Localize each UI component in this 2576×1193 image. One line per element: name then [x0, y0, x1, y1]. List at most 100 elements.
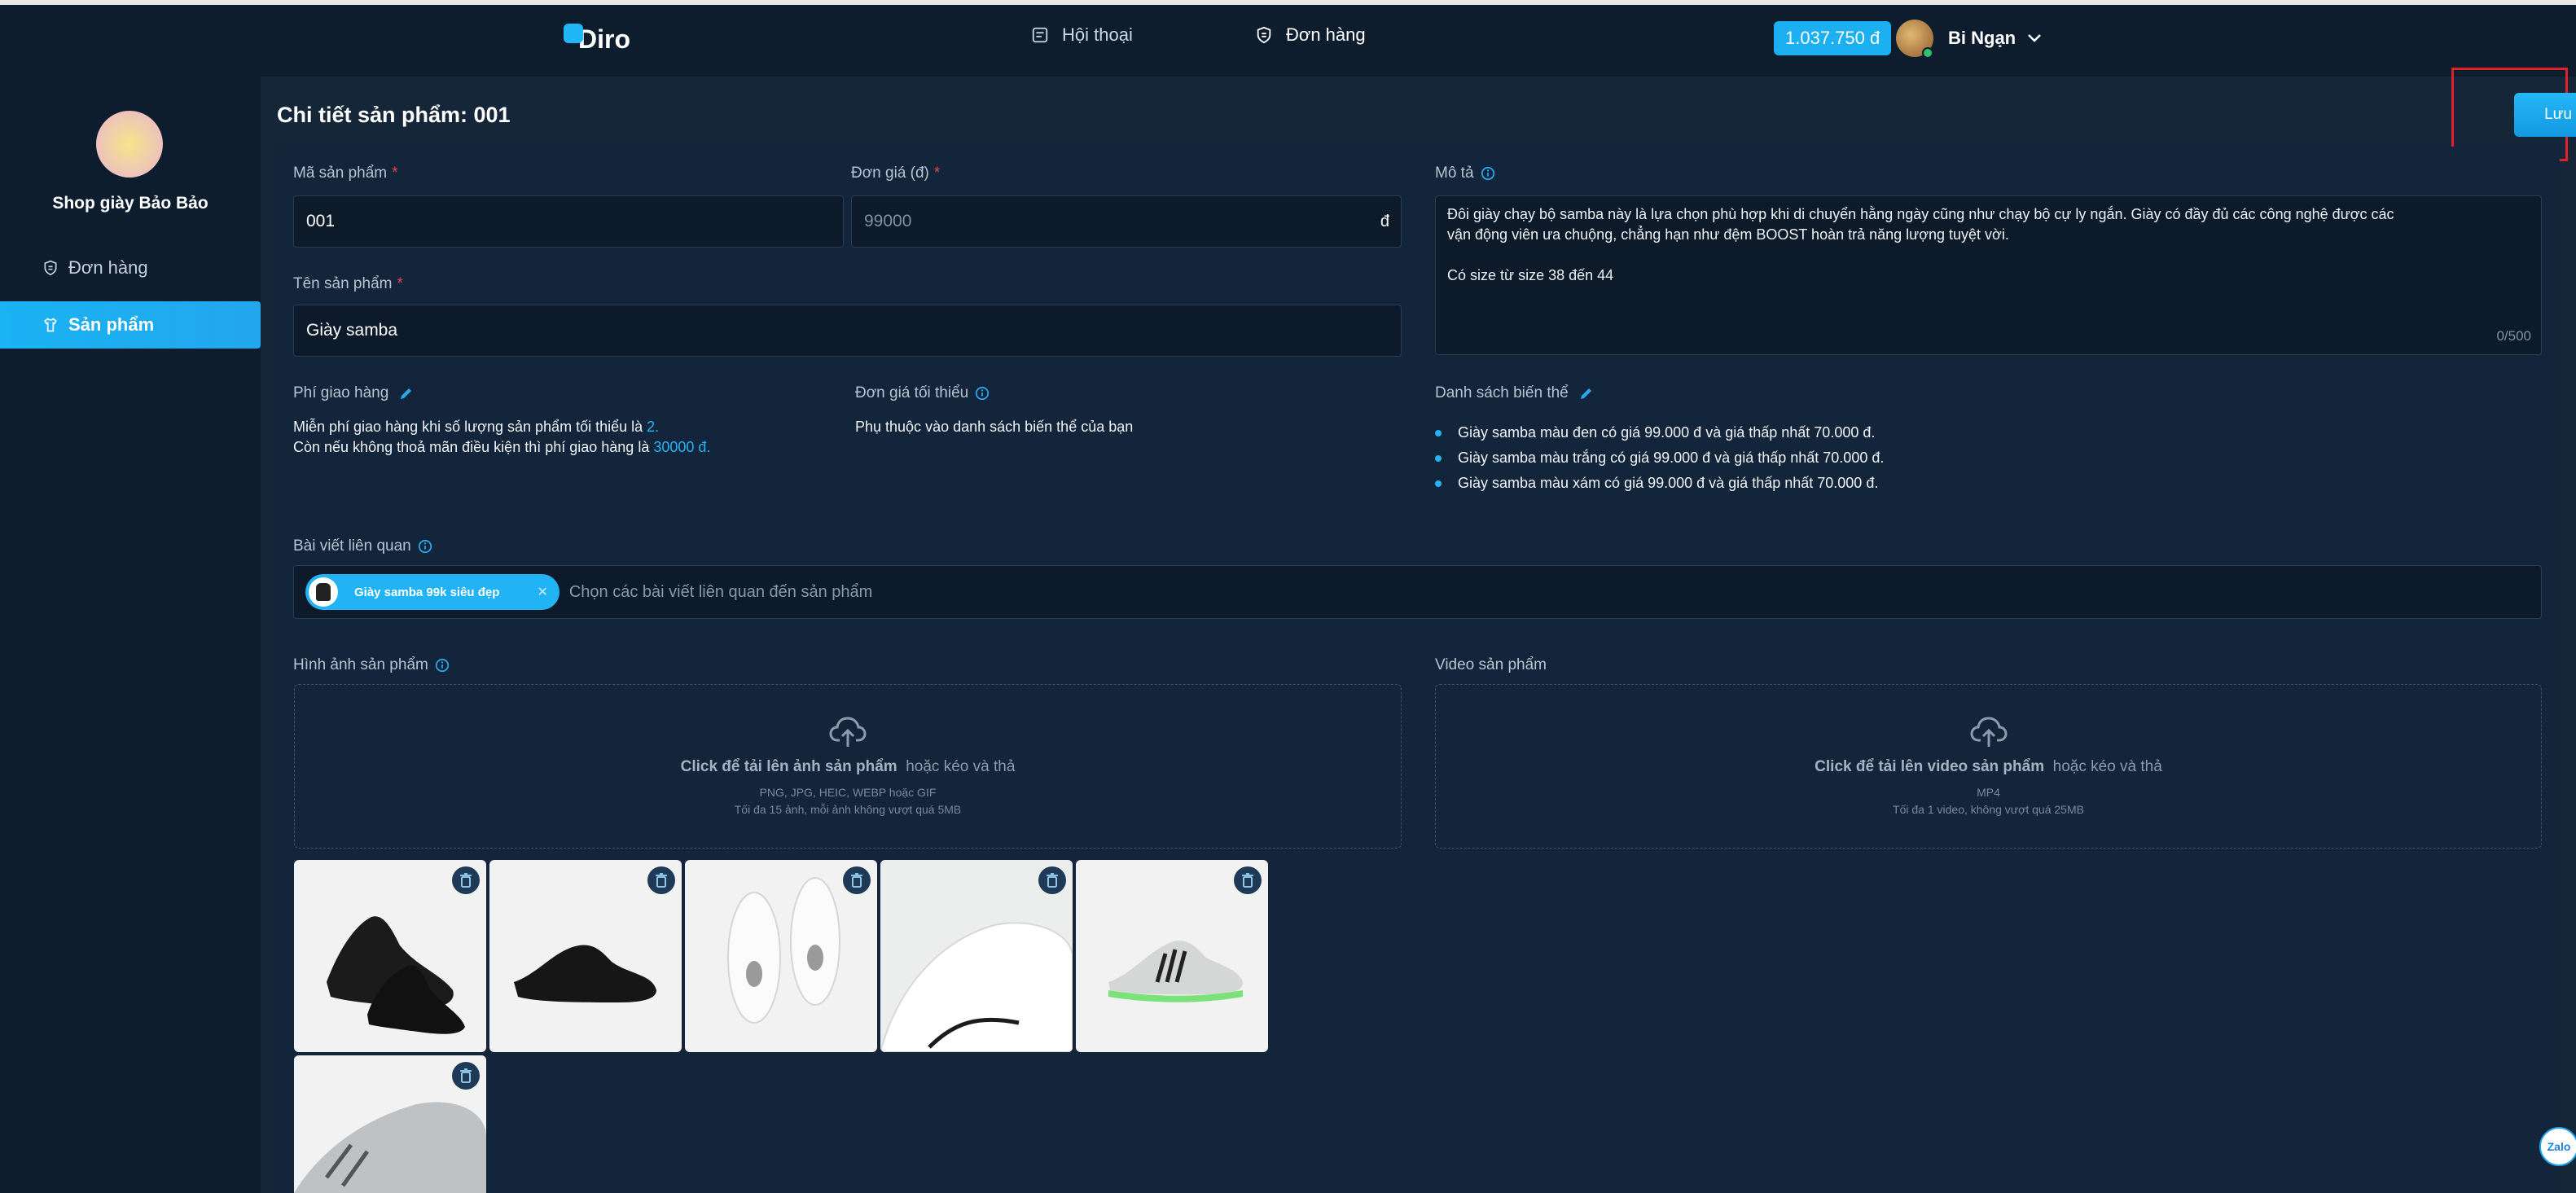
online-status-dot [1922, 47, 1933, 59]
trash-icon [1047, 873, 1058, 888]
variant-item: Giày samba màu xám có giá 99.000 đ và gi… [1435, 471, 1884, 496]
name-label-text: Tên sản phẩm [293, 275, 393, 292]
info-icon[interactable] [1481, 166, 1495, 181]
shipping-line-2: Còn nếu không thoả mãn điều kiện thì phí… [293, 439, 650, 455]
image-upload-text: Click để tải lên ảnh sản phẩm hoặc kéo v… [681, 758, 1016, 776]
related-post-tag[interactable]: Giày samba 99k siêu đẹp ✕ [305, 574, 560, 610]
trash-icon [656, 873, 667, 888]
remove-tag-icon[interactable]: ✕ [537, 584, 547, 600]
variant-item: Giày samba màu đen có giá 99.000 đ và gi… [1435, 420, 1884, 445]
related-post-tag-label: Giày samba 99k siêu đẹp [354, 585, 500, 599]
description-line-1: Đôi giày chạy bộ samba này là lựa chọn p… [1447, 206, 2394, 222]
sidebar-item-orders-label: Đơn hàng [68, 257, 148, 278]
user-menu[interactable]: Bi Ngạn [1948, 28, 2042, 49]
info-icon[interactable] [435, 658, 450, 673]
zalo-chat-widget[interactable]: Zalo [2539, 1127, 2576, 1166]
price-value: 99000 [864, 212, 912, 230]
description-line-3: Có size từ size 38 đến 44 [1447, 267, 1614, 283]
sku-input[interactable]: 001 [293, 195, 844, 248]
user-name: Bi Ngạn [1948, 28, 2016, 48]
image-upload-dropzone[interactable]: Click để tải lên ảnh sản phẩm hoặc kéo v… [294, 684, 1402, 849]
shipping-fee: 30000 đ. [653, 439, 711, 455]
product-name-input[interactable]: Giày samba [293, 305, 1402, 357]
price-label-text: Đơn giá (đ) [851, 164, 929, 182]
shipping-description: Miễn phí giao hàng khi số lượng sản phẩm… [293, 417, 710, 458]
sku-label-text: Mã sản phẩm [293, 164, 388, 182]
shop-name: Shop giày Bảo Bảo [52, 194, 208, 213]
product-image-tile[interactable] [685, 860, 877, 1052]
price-label: Đơn giá (đ) * [851, 164, 940, 182]
app-logo[interactable]: Diro [564, 23, 630, 55]
sidebar: Shop giày Bảo Bảo Đơn hàng Sản phẩm [0, 77, 261, 1193]
product-image-tile[interactable] [880, 860, 1073, 1052]
video-upload-hint: MP4 Tối đa 1 video, không vượt quá 25MB [1893, 784, 2084, 818]
delete-image-button[interactable] [1038, 866, 1066, 894]
page-title: Chi tiết sản phẩm: 001 [277, 103, 511, 127]
video-upload-text: Click để tải lên video sản phẩm hoặc kéo… [1815, 758, 2162, 776]
description-label-text: Mô tả [1435, 164, 1474, 182]
edit-pencil-icon[interactable] [1578, 385, 1595, 401]
trash-icon [1242, 873, 1253, 888]
min-price-label: Đơn giá tối thiểu [855, 384, 990, 402]
delete-image-button[interactable] [1234, 866, 1262, 894]
info-icon[interactable] [418, 539, 432, 554]
shipping-line-1: Miễn phí giao hàng khi số lượng sản phẩm… [293, 419, 643, 435]
sidebar-item-products-label: Sản phẩm [68, 314, 155, 335]
variants-label: Danh sách biến thể [1435, 384, 1595, 402]
required-mark: * [397, 275, 403, 292]
save-button[interactable]: Lưu [2514, 93, 2576, 137]
sku-label: Mã sản phẩm * [293, 164, 398, 182]
nav-conversations[interactable]: Hội thoại [1031, 24, 1133, 46]
variants-list: Giày samba màu đen có giá 99.000 đ và gi… [1435, 420, 1884, 496]
nav-orders[interactable]: Đơn hàng [1255, 24, 1366, 46]
variant-text: Giày samba màu trắng có giá 99.000 đ và … [1458, 450, 1885, 466]
product-image-tile[interactable] [489, 860, 682, 1052]
related-posts-select[interactable]: Giày samba 99k siêu đẹp ✕ Chọn các bài v… [293, 565, 2542, 619]
description-label: Mô tả [1435, 164, 1495, 182]
related-posts-placeholder: Chọn các bài viết liên quan đến sản phẩm [568, 582, 873, 601]
bullet-dot [1435, 454, 1442, 462]
variant-text: Giày samba màu đen có giá 99.000 đ và gi… [1458, 424, 1876, 441]
image-upload-formats: PNG, JPG, HEIC, WEBP hoặc GIF [759, 786, 937, 799]
post-thumbnail [309, 577, 338, 607]
price-input[interactable]: 99000 đ [851, 195, 1402, 248]
image-upload-alt: hoặc kéo và thả [906, 758, 1016, 775]
video-upload-dropzone[interactable]: Click để tải lên video sản phẩm hoặc kéo… [1435, 684, 2542, 849]
bullet-dot [1435, 480, 1442, 487]
shirt-icon [44, 318, 57, 332]
product-image-tile[interactable] [1076, 860, 1268, 1052]
video-upload-limits: Tối đa 1 video, không vượt quá 25MB [1893, 803, 2084, 816]
delete-image-button[interactable] [843, 866, 871, 894]
variant-item: Giày samba màu trắng có giá 99.000 đ và … [1435, 445, 1884, 471]
wallet-balance[interactable]: 1.037.750 đ [1774, 21, 1892, 55]
logo-mark-icon [564, 23, 583, 43]
shipping-label: Phí giao hàng [293, 384, 415, 402]
video-label: Video sản phẩm [1435, 656, 1547, 673]
delete-image-button[interactable] [452, 866, 480, 894]
sidebar-item-orders[interactable]: Đơn hàng [0, 244, 261, 292]
edit-pencil-icon[interactable] [398, 385, 415, 401]
min-price-label-text: Đơn giá tối thiểu [855, 384, 969, 401]
product-image-tile[interactable] [294, 1055, 486, 1193]
chat-icon [1032, 27, 1048, 43]
order-icon [44, 260, 57, 276]
sku-value: 001 [306, 212, 336, 230]
description-line-2: vận động viên ưa chuộng, chẳng hạn như đ… [1447, 226, 2009, 243]
description-textarea[interactable]: Đôi giày chạy bộ samba này là lựa chọn p… [1435, 195, 2542, 355]
nav-orders-label: Đơn hàng [1286, 24, 1366, 45]
nav-conversations-label: Hội thoại [1062, 24, 1133, 45]
shop-avatar [96, 111, 163, 178]
delete-image-button[interactable] [647, 866, 675, 894]
description-blank-line [1447, 245, 2530, 265]
description-char-counter: 0/500 [2496, 328, 2531, 344]
related-posts-label-text: Bài viết liên quan [293, 537, 411, 555]
delete-image-button[interactable] [452, 1062, 480, 1090]
sidebar-item-products[interactable]: Sản phẩm [0, 301, 261, 349]
images-label-text: Hình ảnh sản phẩm [293, 656, 428, 673]
variants-label-text: Danh sách biến thể [1435, 384, 1569, 401]
info-icon[interactable] [975, 386, 990, 401]
product-image-tile[interactable] [294, 860, 486, 1052]
chevron-down-icon [2028, 34, 2042, 42]
shield-receipt-icon [1257, 26, 1271, 44]
trash-icon [460, 1068, 472, 1083]
